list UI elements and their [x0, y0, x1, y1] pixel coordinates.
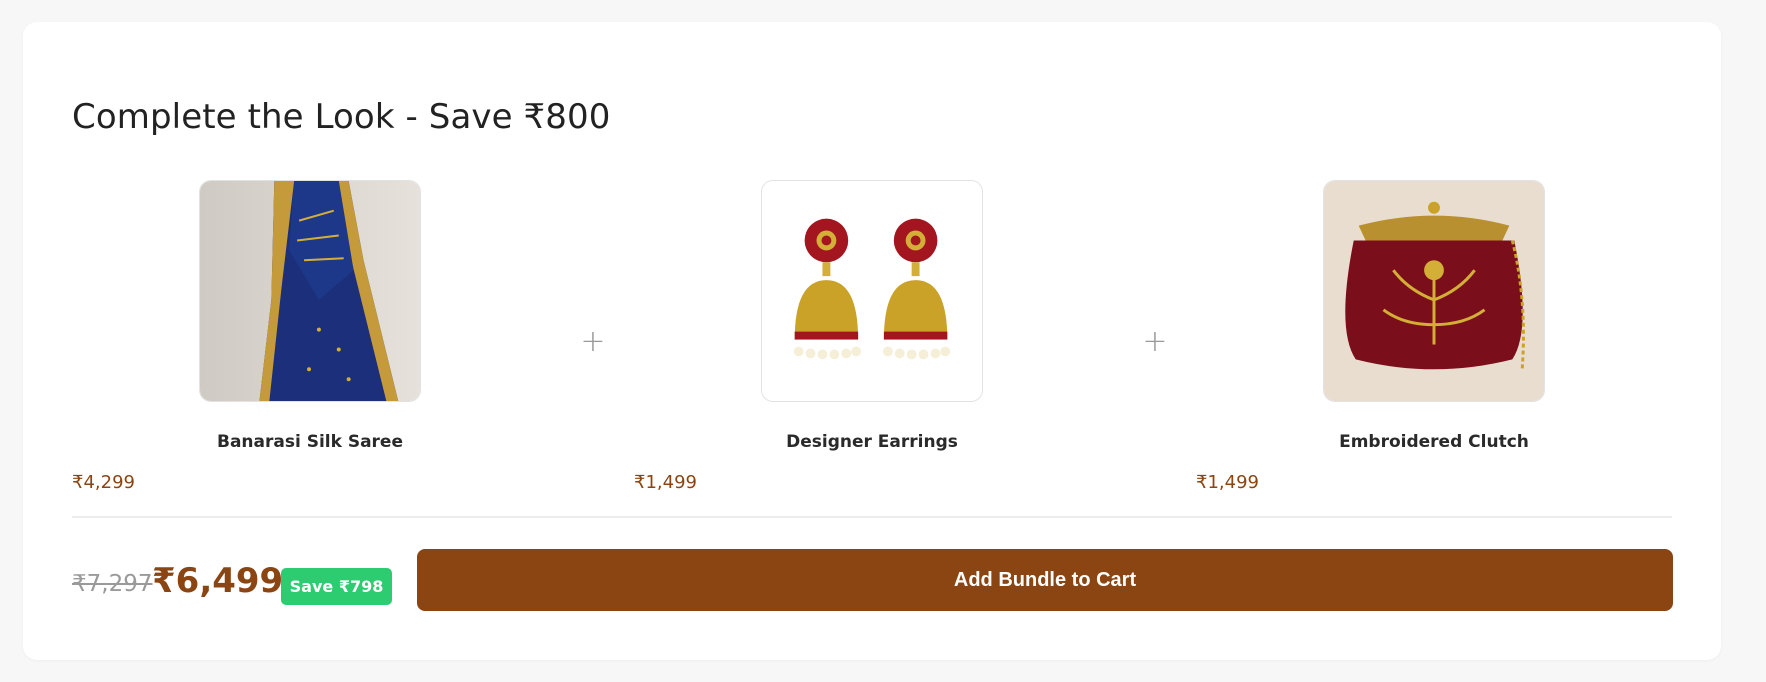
bundle-product-saree[interactable]: Banarasi Silk Saree ₹4,299 — [72, 180, 634, 500]
bundle-product-earrings[interactable]: Designer Earrings ₹1,499 — [634, 180, 1196, 500]
add-bundle-to-cart-button[interactable]: Add Bundle to Cart — [417, 549, 1673, 611]
earrings-image[interactable] — [761, 180, 983, 402]
plus-icon: + — [580, 324, 606, 359]
divider — [72, 516, 1672, 518]
bundle-product-clutch[interactable]: Embroidered Clutch ₹1,499 — [1196, 180, 1758, 500]
product-name[interactable]: Designer Earrings — [634, 432, 1110, 452]
product-price: ₹1,499 — [1196, 472, 1259, 493]
bundle-total-price: ₹6,499 — [152, 561, 284, 601]
plus-icon: + — [1142, 324, 1168, 359]
product-name[interactable]: Banarasi Silk Saree — [72, 432, 548, 452]
product-price: ₹1,499 — [634, 472, 697, 493]
product-name[interactable]: Embroidered Clutch — [1196, 432, 1672, 452]
original-total-price: ₹7,297 — [72, 571, 153, 597]
clutch-image[interactable] — [1323, 180, 1545, 402]
bundle-card: Complete the Look - Save ₹800 Banarasi S… — [23, 22, 1721, 660]
savings-badge: Save ₹798 — [281, 568, 392, 605]
product-price: ₹4,299 — [72, 472, 135, 493]
saree-image[interactable] — [199, 180, 421, 402]
bundle-title: Complete the Look - Save ₹800 — [72, 97, 611, 137]
